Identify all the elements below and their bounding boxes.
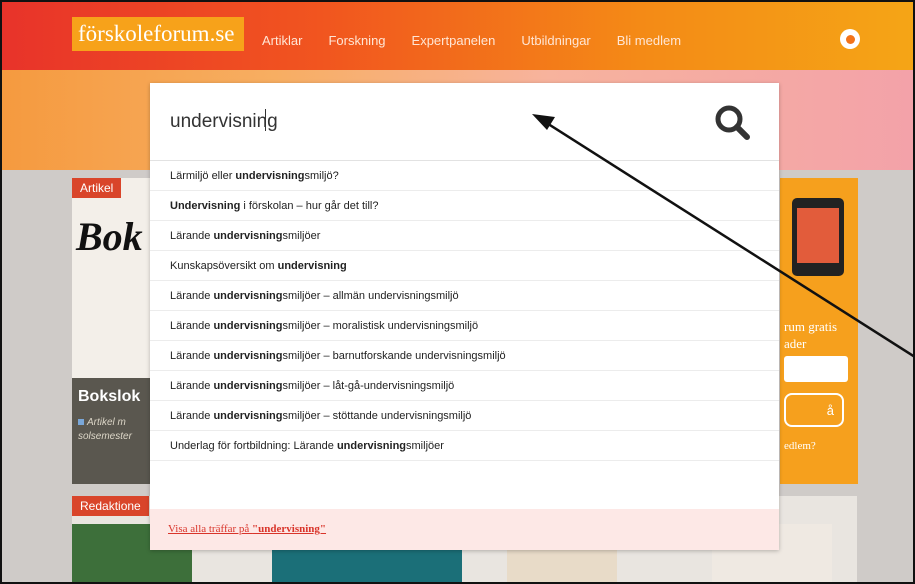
suggestion-text: i förskolan – hur går det till? [240, 200, 379, 212]
suggestion-item[interactable]: Lärmiljö eller undervisningsmiljö? [150, 161, 779, 191]
main-nav: Artiklar Forskning Expertpanelen Utbildn… [262, 33, 707, 48]
show-all-link[interactable]: Visa alla träffar på "undervisning" [168, 523, 326, 535]
suggestion-text: Lärande [170, 320, 214, 332]
suggestion-match: undervisning [213, 410, 283, 422]
article-image-text: Bok [76, 214, 143, 259]
suggestion-item[interactable]: Lärande undervisningsmiljöer – barnutfor… [150, 341, 779, 371]
site-logo[interactable]: förskoleforum.se [72, 17, 244, 51]
suggestion-text: smiljö? [304, 170, 339, 182]
suggestion-text: smiljöer – stöttande undervisningsmiljö [282, 410, 472, 422]
suggestion-text: smiljöer [406, 440, 444, 452]
suggestion-item[interactable]: Underlag för fortbildning: Lärande under… [150, 431, 779, 461]
membership-login-link[interactable]: edlem? [784, 440, 816, 452]
text-cursor [265, 109, 266, 131]
search-icon[interactable] [713, 103, 753, 143]
suggestion-text: Lärande [170, 350, 214, 362]
suggestion-text: smiljöer – moralistisk undervisningsmilj… [282, 320, 479, 332]
suggestion-text: smiljöer – låt-gå-undervisningsmiljö [282, 380, 455, 392]
suggestion-item[interactable]: Lärande undervisningsmiljöer – moralisti… [150, 311, 779, 341]
article-subtitle: Artikel m solsemester [78, 416, 132, 444]
browser-frame: förskoleforum.se Artiklar Forskning Expe… [0, 0, 915, 584]
article-badge: Artikel [72, 178, 122, 198]
suggestion-text: Kunskapsöversikt om [170, 260, 278, 272]
nav-item-utbildningar[interactable]: Utbildningar [521, 33, 590, 48]
suggestion-match: undervisning [213, 290, 283, 302]
nav-item-forskning[interactable]: Forskning [328, 33, 385, 48]
suggestion-match: undervisning [336, 440, 407, 452]
suggestion-list: Lärmiljö eller undervisningsmiljö? Underv… [150, 161, 779, 461]
membership-button[interactable]: å [784, 393, 844, 427]
suggestion-text: smiljöer – barnutforskande undervisnings… [282, 350, 506, 362]
nav-item-bli-medlem[interactable]: Bli medlem [617, 33, 681, 48]
suggestion-text: Lärande [170, 380, 214, 392]
nav-item-expertpanelen[interactable]: Expertpanelen [412, 33, 496, 48]
user-icon[interactable] [840, 29, 860, 49]
membership-text-line: ader [784, 336, 807, 351]
suggestion-item[interactable]: Kunskapsöversikt om undervisning [150, 251, 779, 281]
search-input[interactable] [170, 105, 690, 139]
suggestion-match: Undervisning [170, 200, 241, 212]
article-subtitle-line: Artikel m [87, 417, 126, 428]
suggestion-match: undervisning [213, 230, 283, 242]
membership-text: rum gratis ader [784, 318, 837, 352]
suggestion-match: undervisning [213, 380, 283, 392]
article-card[interactable]: Bok Artikel Bokslok Artikel m solsemeste… [72, 178, 162, 484]
suggestion-text: smiljöer – allmän undervisningsmiljö [282, 290, 459, 302]
suggestion-item[interactable]: Lärande undervisningsmiljöer – låt-gå-un… [150, 371, 779, 401]
membership-text-line: rum gratis [784, 319, 838, 334]
suggestion-match: undervisning [235, 170, 305, 182]
suggestion-text: Lärande [170, 290, 214, 302]
show-all-prefix: Visa alla träffar på [168, 523, 253, 535]
suggestion-text: smiljöer [282, 230, 321, 242]
suggestion-item[interactable]: Undervisning i förskolan – hur går det t… [150, 191, 779, 221]
suggestion-text: Lärande [170, 410, 214, 422]
site-header: förskoleforum.se Artiklar Forskning Expe… [2, 2, 913, 70]
suggestion-text: Lärmiljö eller [170, 170, 236, 182]
suggestion-match: undervisning [213, 350, 283, 362]
tablet-icon [792, 198, 844, 276]
article-image: Bok [72, 178, 162, 378]
membership-email-field[interactable] [784, 356, 848, 382]
membership-card: rum gratis ader å edlem? [780, 178, 858, 484]
suggestion-item[interactable]: Lärande undervisningsmiljöer – stöttande… [150, 401, 779, 431]
show-all-term: "undervisning" [252, 523, 327, 535]
suggestion-item[interactable]: Lärande undervisningsmiljöer [150, 221, 779, 251]
search-bar [150, 83, 779, 161]
play-icon [78, 419, 84, 425]
nav-item-artiklar[interactable]: Artiklar [262, 33, 302, 48]
show-all-row: Visa alla träffar på "undervisning" [150, 509, 779, 550]
article-subtitle-line: solsemester [78, 431, 132, 442]
suggestion-text: Lärande [170, 230, 214, 242]
suggestion-item[interactable]: Lärande undervisningsmiljöer – allmän un… [150, 281, 779, 311]
editorial-badge: Redaktione [72, 496, 149, 516]
search-dropdown: Lärmiljö eller undervisningsmiljö?Underv… [150, 83, 779, 550]
suggestion-match: undervisning [277, 260, 347, 272]
article-title[interactable]: Bokslok [78, 388, 140, 406]
suggestion-match: undervisning [213, 320, 283, 332]
suggestion-text: Underlag för fortbildning: Lärande [170, 440, 337, 452]
